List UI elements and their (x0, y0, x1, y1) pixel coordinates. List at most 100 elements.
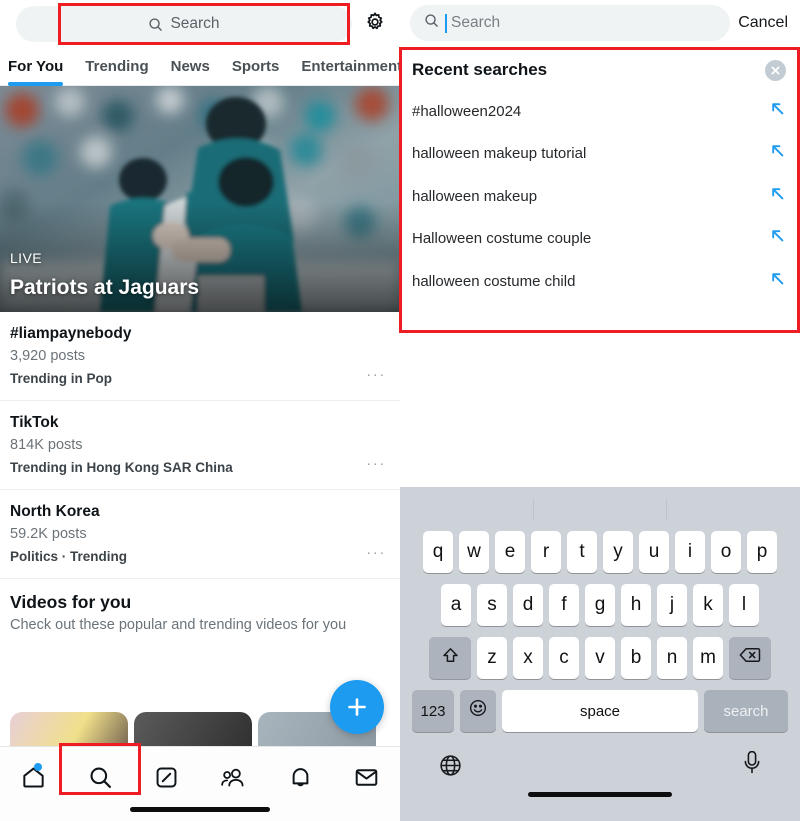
arrow-up-left-icon[interactable] (770, 101, 786, 122)
table-row[interactable]: TikTok 814K posts Trending in Hong Kong … (0, 401, 400, 490)
list-item[interactable]: Halloween costume couple (400, 218, 800, 261)
settings-button[interactable] (358, 7, 392, 41)
list-item[interactable]: halloween makeup tutorial (400, 133, 800, 176)
key-s[interactable]: s (477, 584, 507, 626)
explore-screen: Search For You Trending News Sports Ente… (0, 0, 400, 821)
live-badge: LIVE (10, 250, 42, 266)
list-item[interactable]: #halloween2024 (400, 90, 800, 133)
search-icon (88, 765, 113, 795)
home-indicator (130, 807, 270, 812)
messages-icon (354, 765, 379, 795)
trend-post-count: 59.2K posts (10, 526, 87, 542)
emoji-key[interactable] (460, 690, 496, 732)
text-cursor (445, 13, 447, 33)
tab-news[interactable]: News (171, 48, 210, 86)
search-input-active[interactable]: Search (410, 5, 731, 41)
key-o[interactable]: o (711, 531, 741, 573)
recent-search-text: halloween makeup (412, 187, 538, 205)
keyboard-row-1: q w e r t y u i o p (400, 531, 800, 573)
microphone-icon[interactable] (740, 750, 764, 782)
shift-icon (441, 646, 460, 671)
key-y[interactable]: y (603, 531, 633, 573)
key-h[interactable]: h (621, 584, 651, 626)
more-options-icon[interactable]: ··· (366, 544, 386, 561)
list-item[interactable]: halloween makeup (400, 175, 800, 218)
arrow-up-left-icon[interactable] (770, 186, 786, 207)
section-title: Videos for you (10, 592, 132, 612)
nav-item-notifications[interactable] (267, 758, 334, 802)
trend-category: Trending in Hong Kong SAR China (10, 460, 233, 475)
cancel-button[interactable]: Cancel (738, 14, 790, 32)
trend-name: North Korea (10, 503, 100, 520)
keyboard-row-4: 123 space search (400, 690, 800, 732)
compose-post-button[interactable] (330, 680, 384, 734)
predictive-text-bar[interactable] (400, 487, 800, 531)
trend-post-count: 3,920 posts (10, 348, 85, 364)
tab-sports[interactable]: Sports (232, 48, 280, 86)
key-v[interactable]: v (585, 637, 615, 679)
nav-item-communities[interactable] (200, 758, 267, 802)
list-item[interactable]: halloween costume child (400, 260, 800, 303)
trend-category: Trending in Pop (10, 371, 112, 386)
backspace-key[interactable] (729, 637, 771, 679)
key-b[interactable]: b (621, 637, 651, 679)
backspace-icon (739, 646, 761, 670)
key-r[interactable]: r (531, 531, 561, 573)
key-e[interactable]: e (495, 531, 525, 573)
key-k[interactable]: k (693, 584, 723, 626)
arrow-up-left-icon[interactable] (770, 228, 786, 249)
shift-key[interactable] (429, 637, 471, 679)
explore-top-bar: Search (0, 0, 400, 48)
recent-search-text: halloween makeup tutorial (412, 145, 587, 163)
close-circle-icon[interactable] (765, 59, 786, 81)
more-options-icon[interactable]: ··· (366, 366, 386, 383)
table-row[interactable]: North Korea 59.2K posts Politics · Trend… (0, 490, 400, 579)
key-c[interactable]: c (549, 637, 579, 679)
arrow-up-left-icon[interactable] (770, 143, 786, 164)
key-a[interactable]: a (441, 584, 471, 626)
key-n[interactable]: n (657, 637, 687, 679)
recent-search-text: halloween costume child (412, 272, 576, 290)
trend-name: TikTok (10, 414, 59, 431)
home-icon (21, 765, 46, 795)
nav-item-grok[interactable] (133, 758, 200, 802)
tab-trending[interactable]: Trending (85, 48, 148, 86)
key-j[interactable]: j (657, 584, 687, 626)
nav-item-home[interactable] (0, 758, 67, 802)
nav-item-search[interactable] (67, 758, 134, 802)
live-event-title: Patriots at Jaguars (10, 276, 200, 299)
search-input[interactable]: Search (16, 6, 352, 42)
key-q[interactable]: q (423, 531, 453, 573)
live-event-card[interactable]: LIVE Patriots at Jaguars (0, 86, 400, 312)
trend-category: Politics · Trending (10, 549, 128, 564)
search-placeholder: Search (451, 14, 501, 31)
key-m[interactable]: m (693, 637, 723, 679)
table-row[interactable]: #liampaynebody 3,920 posts Trending in P… (0, 312, 400, 401)
home-badge-dot (33, 763, 42, 771)
communities-icon (220, 765, 247, 795)
nav-item-messages[interactable] (333, 758, 400, 802)
key-f[interactable]: f (549, 584, 579, 626)
tab-for-you[interactable]: For You (8, 48, 64, 86)
key-i[interactable]: i (675, 531, 705, 573)
more-options-icon[interactable]: ··· (366, 455, 386, 472)
key-l[interactable]: l (729, 584, 759, 626)
search-top-bar: Search Cancel (400, 0, 800, 46)
videos-for-you-section: Videos for you Check out these popular a… (0, 579, 400, 639)
key-z[interactable]: z (477, 637, 507, 679)
globe-icon[interactable] (438, 753, 463, 783)
key-d[interactable]: d (513, 584, 543, 626)
key-g[interactable]: g (585, 584, 615, 626)
search-key[interactable]: search (704, 690, 788, 732)
tab-entertainment[interactable]: Entertainment (301, 48, 400, 86)
keyboard-row-2: a s d f g h j k l (400, 584, 800, 626)
key-p[interactable]: p (747, 531, 777, 573)
key-u[interactable]: u (639, 531, 669, 573)
explore-tabs: For You Trending News Sports Entertainme… (0, 48, 400, 86)
arrow-up-left-icon[interactable] (770, 271, 786, 292)
numbers-key[interactable]: 123 (412, 690, 454, 732)
key-w[interactable]: w (459, 531, 489, 573)
space-key[interactable]: space (502, 690, 698, 732)
key-x[interactable]: x (513, 637, 543, 679)
key-t[interactable]: t (567, 531, 597, 573)
